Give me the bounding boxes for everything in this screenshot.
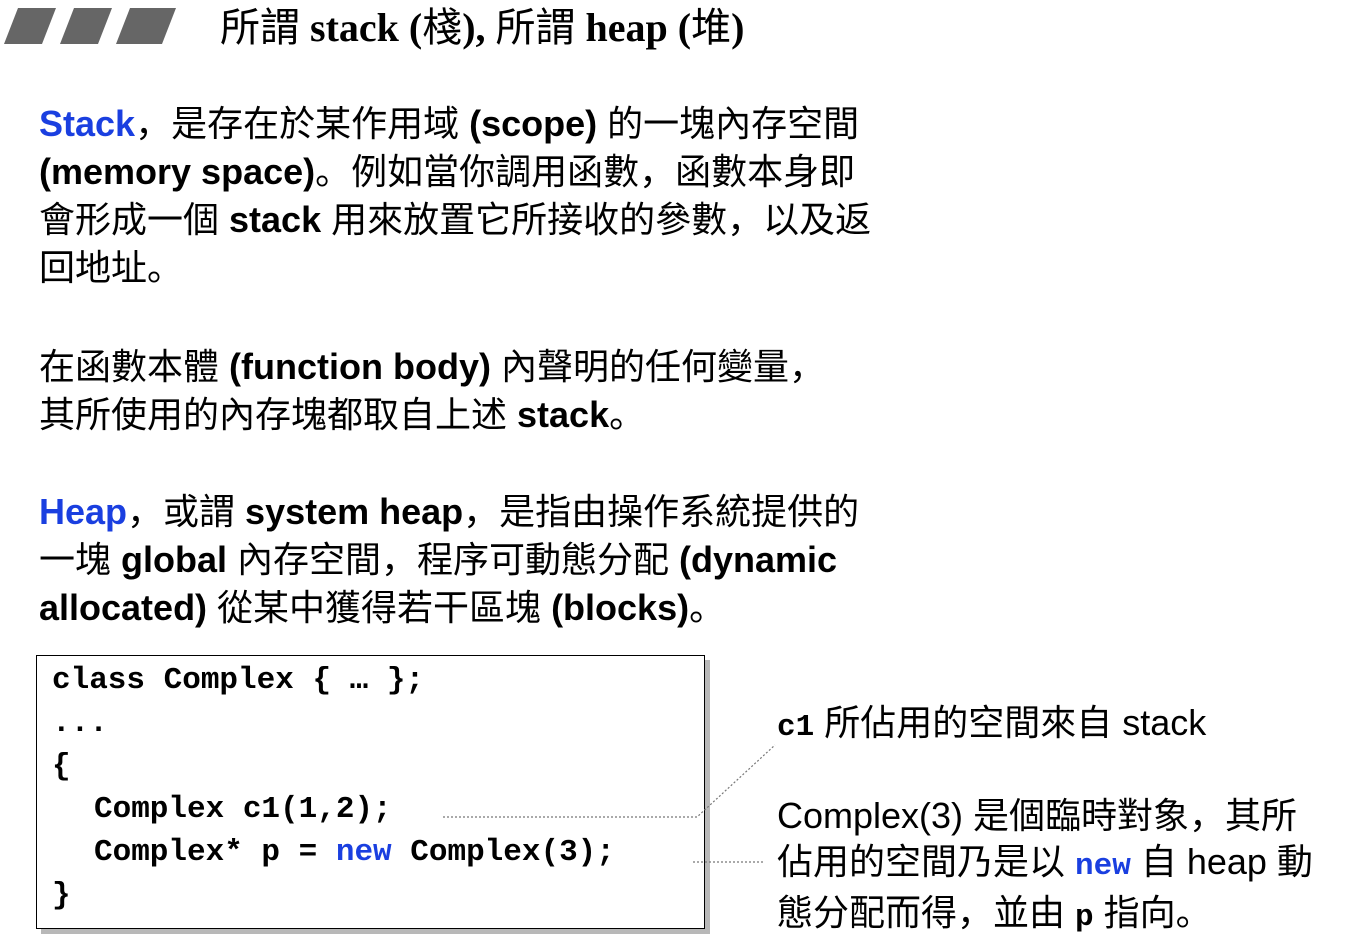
page-title: 所謂 stack (棧), 所謂 heap (堆) [220, 5, 745, 50]
heap-paragraph: Heap，或謂 system heap，是指由操作系統提供的 一塊 global… [39, 488, 859, 632]
heap-line-2: 一塊 global 內存空間，程序可動態分配 (dynamic [39, 539, 838, 580]
code-line: class Complex { … }; [52, 663, 425, 698]
stack-paragraph: Stack，是存在於某作用域 (scope) 的一塊內存空間 (memory s… [39, 100, 871, 292]
code-line: ... [52, 706, 108, 741]
body-line-1: 在函數本體 (function body) 內聲明的任何變量， [39, 346, 825, 387]
code-line-c1: Complex c1(1,2); [94, 792, 392, 827]
code-line-p: Complex* p = new Complex(3); [94, 835, 615, 870]
code-line: } [52, 878, 71, 913]
note-c1: c1 所佔用的空間來自 stack [777, 702, 1207, 745]
stack-line-4: 回地址。 [39, 247, 184, 288]
code-line: { [52, 749, 71, 784]
body-line-2: 其所使用的內存塊都取自上述 stack。 [39, 394, 646, 435]
code-box: class Complex { … }; ... { Complex c1(1,… [36, 655, 705, 929]
function-body-paragraph: 在函數本體 (function body) 內聲明的任何變量， 其所使用的內存塊… [39, 343, 825, 439]
heap-line-1: Heap，或謂 system heap，是指由操作系統提供的 [39, 491, 860, 532]
note-heap: Complex(3) 是個臨時對象，其所 佔用的空間乃是以 new 自 heap… [777, 795, 1313, 935]
stack-line-3: 會形成一個 stack 用來放置它所接收的參數，以及返 [39, 199, 872, 240]
slide-stripe-icon [4, 8, 176, 44]
stack-line-2: (memory space)。例如當你調用函數，函數本身即 [39, 151, 856, 192]
stack-line-1: Stack，是存在於某作用域 (scope) 的一塊內存空間 [39, 103, 860, 144]
heap-line-3: allocated) 從某中獲得若干區塊 (blocks)。 [39, 587, 726, 628]
